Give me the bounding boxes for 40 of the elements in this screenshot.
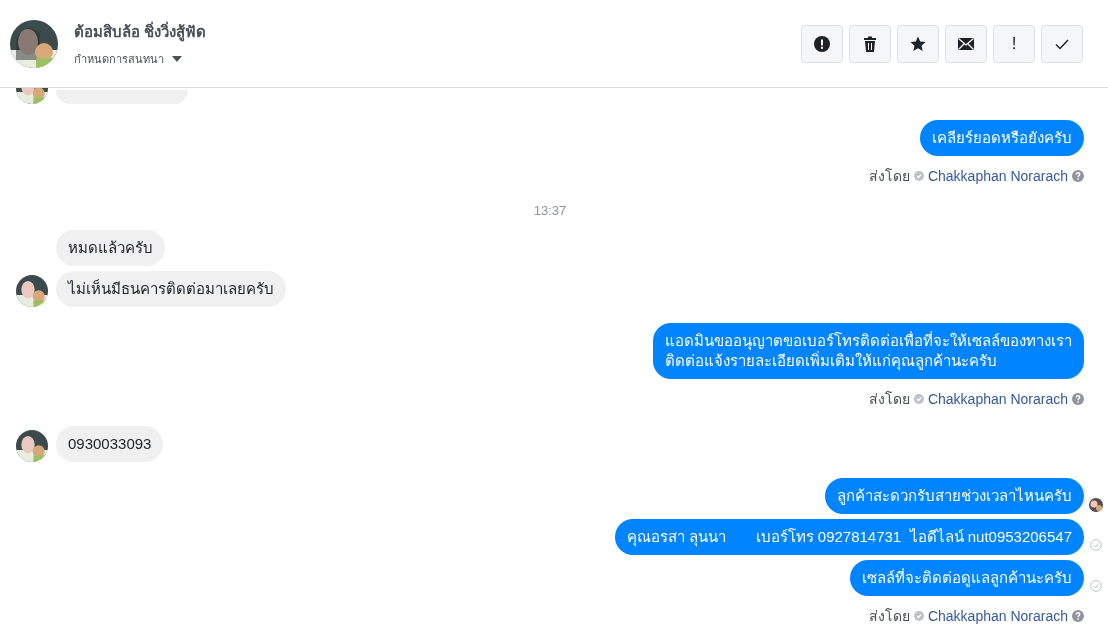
sender-link[interactable]: Chakkaphan Norarach — [927, 608, 1068, 624]
avatar — [16, 88, 48, 104]
conversation-menu[interactable]: กำหนดการสนทนา — [74, 49, 182, 68]
avatar — [10, 19, 58, 68]
message-bubble: หมดแล้วครับ — [56, 230, 165, 266]
check-circle-icon — [1090, 539, 1102, 551]
sender-link[interactable]: Chakkaphan Norarach — [927, 391, 1068, 407]
help-icon — [1072, 610, 1084, 622]
message-bubble: 0930033093 — [56, 426, 164, 462]
contact-name: ต้อมสิบล้อ ชิ่งวิ่งสู้ฟัด — [74, 20, 208, 44]
delete-button[interactable] — [849, 24, 891, 63]
check-circle-icon — [913, 611, 924, 621]
trash-icon — [862, 35, 878, 52]
message-bubble: ไม่เห็นมีธนคารติดต่อมาเลยครับ — [56, 271, 286, 307]
message-bubble: แอดมินขออนุญาตขอเบอร์โทรติดต่อเพื่อที่จะให้เซลล์ของทางเรา ติดต่อแจ้งรายละเอียดเพิ่มเติมให้แก่คุณลูกค้านะครับ — [653, 323, 1084, 379]
sender-link[interactable]: Chakkaphan Norarach — [927, 168, 1068, 184]
message-bubble: เคลียร์ยอดหรือยังครับ — [920, 120, 1084, 156]
caret-icon — [172, 55, 182, 62]
star-icon — [910, 35, 926, 52]
envelope-icon — [958, 37, 974, 50]
sent-by-label: ส่งโดย — [868, 390, 910, 409]
sent-by-label: ส่งโดย — [868, 167, 910, 186]
report-button[interactable] — [801, 24, 843, 63]
avatar — [16, 430, 48, 462]
alert-icon — [814, 35, 830, 52]
help-icon — [1072, 170, 1084, 182]
check-circle-icon — [913, 171, 924, 181]
seen-avatar — [1089, 498, 1103, 512]
message-bubble: คุณอรสา ลุนนา เบอร์โทร 0927814731 ไอดีไลน์ nut0953206547 — [615, 519, 1084, 555]
mail-button[interactable] — [945, 24, 987, 63]
check-circle-icon — [913, 394, 924, 404]
message-bubble: เซลล์ที่จะติดต่อดูแลลูกค้านะครับ — [850, 560, 1084, 596]
sent-by-label: ส่งโดย — [868, 607, 910, 626]
check-circle-icon — [1090, 580, 1102, 592]
avatar — [16, 275, 48, 307]
help-icon — [1072, 393, 1084, 405]
exclamation-button[interactable]: ! — [993, 24, 1035, 63]
message-bubble: ลูกค้าสะดวกรับสายช่วงเวลาไหนครับ — [825, 478, 1084, 514]
timestamp: 13:37 — [533, 203, 567, 218]
star-button[interactable] — [897, 24, 939, 63]
